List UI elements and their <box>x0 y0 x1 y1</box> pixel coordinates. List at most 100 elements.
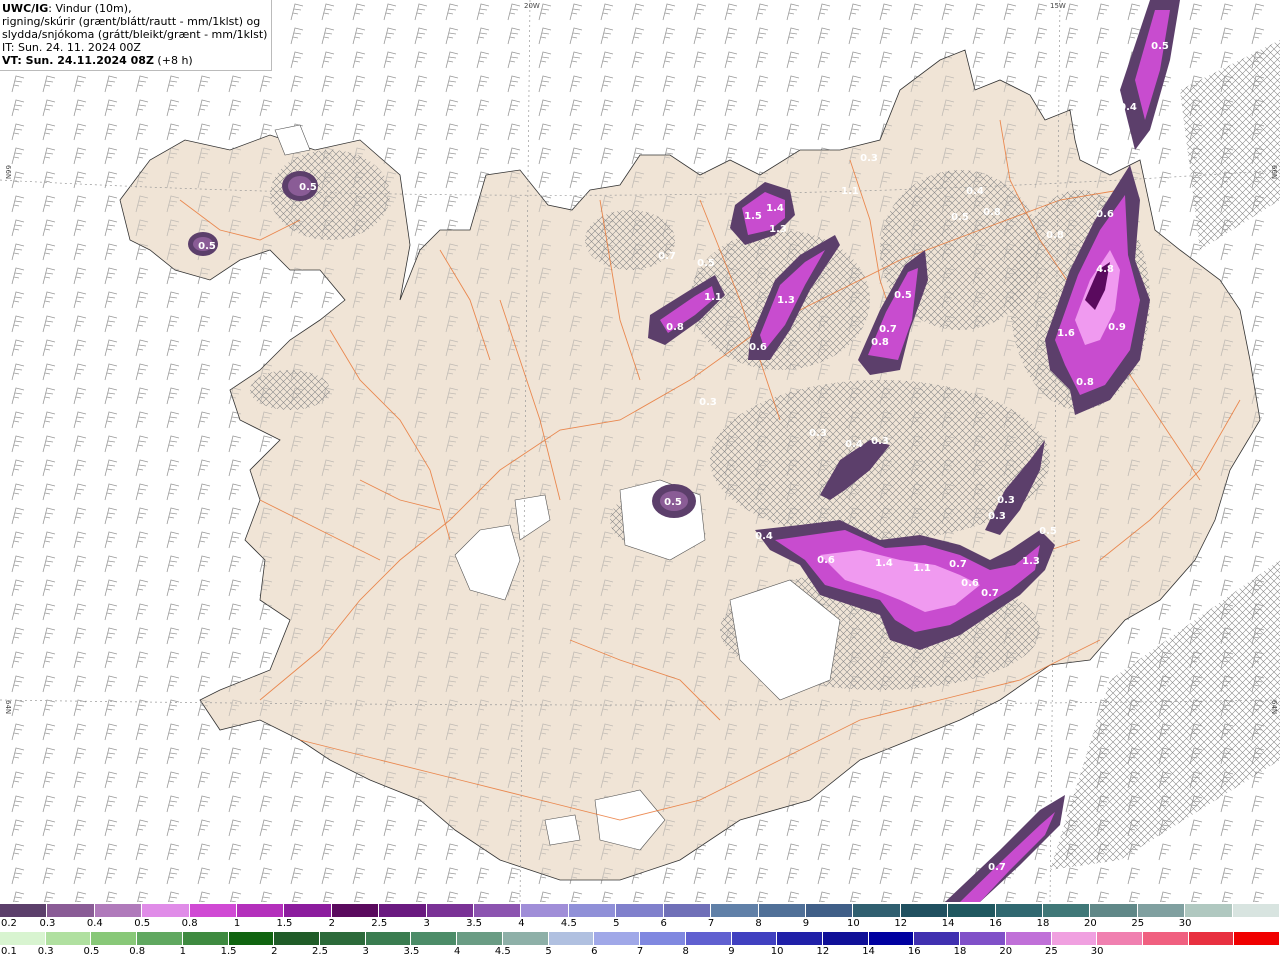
colorbar-cell <box>900 904 949 917</box>
colorbar-tick-label: 2 <box>271 946 278 957</box>
colorbar-tick-label: 1.5 <box>220 946 237 957</box>
precip-value-label: 0.5 <box>951 212 969 223</box>
colorbar-tick-label: 30 <box>1090 946 1104 957</box>
colorbar-cell <box>274 932 321 945</box>
precip-value-label: 0.3 <box>809 428 827 439</box>
colorbar-cell <box>914 932 961 945</box>
colorbar-cell <box>411 932 458 945</box>
precip-value-label: 0.3 <box>988 511 1006 522</box>
coord-label-64n-left: 64N <box>4 700 12 714</box>
colorbar-cell <box>0 932 46 945</box>
colorbar-tick-label: 25 <box>1131 918 1145 929</box>
weather-map[interactable]: 0.5 0.5 1.5 1.4 1.3 1.1 0.4 0.5 0.8 0.3 0.7 0.5 1.1 0… <box>0 0 1280 902</box>
colorbar-cell <box>640 932 686 945</box>
map-info-line-5: VT: Sun. 24.11.2024 08Z (+8 h) <box>2 54 267 67</box>
colorbar-cell <box>320 932 366 945</box>
precip-value-label: 0.5 <box>1151 41 1169 52</box>
colorbar-tick-label: 4 <box>518 918 525 929</box>
colorbar-tick-label: 0.3 <box>37 946 54 957</box>
colorbar-tick-label: 0.8 <box>181 918 198 929</box>
precip-value-label: 1.6 <box>1057 328 1075 339</box>
precip-value-label: 0.7 <box>658 251 676 262</box>
colorbar-cell <box>731 932 778 945</box>
colorbar-tick-label: 2.5 <box>371 918 388 929</box>
colorbar-tick-label: 7 <box>636 946 644 957</box>
colorbar-cell <box>868 932 915 945</box>
colorbar-tick-label: 14 <box>862 946 875 957</box>
precip-value-label: 0.8 <box>1046 230 1064 241</box>
colorbar-tick-label: 8 <box>682 946 689 957</box>
precip-value-label: 0.7 <box>961 862 979 873</box>
precip-value-label: 0.7 <box>988 862 1006 873</box>
colorbar-cell <box>1097 932 1143 945</box>
precip-value-label: 0.5 <box>664 497 682 508</box>
colorbar-snow <box>0 904 1280 917</box>
colorbar-cell <box>237 904 285 917</box>
colorbar-tick-label: 0.5 <box>83 946 100 957</box>
colorbar-cell <box>1137 904 1186 917</box>
colorbar-tick-label: 16 <box>989 918 1002 929</box>
map-info-line-3: slydda/snjókoma (grátt/bleikt/grænt - mm… <box>2 28 268 41</box>
precip-value-label: 0.4 <box>1119 102 1137 113</box>
colorbar-cell <box>331 904 380 917</box>
precip-value-label: 0.8 <box>983 207 1001 218</box>
colorbar-cell <box>474 904 522 917</box>
colorbar-cell <box>995 904 1043 917</box>
coord-label-20w: 20W <box>524 2 540 10</box>
colorbar-cell <box>685 932 732 945</box>
colorbar-tick-label: 3 <box>423 918 430 929</box>
colorbar-tick-label: 9 <box>802 918 810 929</box>
precip-value-label: 0.5 <box>299 182 317 193</box>
colorbar-tick-label: 0.4 <box>86 918 103 929</box>
colorbar-cell <box>365 932 412 945</box>
colorbar-cell <box>1188 932 1235 945</box>
map-info-init-time: IT: Sun. 24. 11. 2024 00Z <box>2 41 141 54</box>
colorbar-cell <box>137 932 183 945</box>
colorbar-tick-label: 20 <box>999 946 1013 957</box>
precip-value-label: 0.6 <box>817 555 835 566</box>
colorbar-tick-label: 18 <box>953 946 967 957</box>
colorbar-cell <box>284 904 332 917</box>
colorbar-tick-label: 3.5 <box>466 918 483 929</box>
precip-value-label: 0.7 <box>949 559 967 570</box>
colorbar-snow-ticks: 0.2 0.3 0.4 0.5 0.8 1 1.5 2 2.5 3 3.5 4 4.5 5 6 7 8 9 10 12… <box>0 918 1280 931</box>
map-info-valid-time: VT: Sun. 24.11.2024 08Z <box>2 54 154 67</box>
colorbar-tick-label: 12 <box>816 946 830 957</box>
precip-value-label: 0.3 <box>860 153 878 164</box>
precip-value-label: 1.4 <box>875 558 893 569</box>
colorbar-cell <box>457 932 503 945</box>
colorbar-tick-label: 3 <box>362 946 369 957</box>
colorbar-cell <box>594 932 641 945</box>
map-info-box: UWC/IG: Vindur (10m), rigning/skúrir (gr… <box>0 0 273 71</box>
colorbar-tick-label: 18 <box>1036 918 1050 929</box>
precip-value-label: 4.8 <box>1096 264 1114 275</box>
precip-value-label: 0.6 <box>1096 209 1114 220</box>
model-name: UWC/IG <box>2 2 49 15</box>
precip-value-label: 1.3 <box>1022 556 1040 567</box>
precip-value-label: 0.4 <box>755 531 773 542</box>
colorbar-cell <box>758 904 806 917</box>
colorbar-cell <box>45 932 92 945</box>
colorbar-tick-label: 0.2 <box>1 918 17 929</box>
precip-value-label: 0.3 <box>997 495 1015 506</box>
colorbar-rain <box>0 932 1280 945</box>
precip-value-label: 1.1 <box>704 292 722 303</box>
precip-value-label: 1.3 <box>769 224 787 235</box>
precip-value-label: 1.1 <box>841 186 859 197</box>
colorbar-rain-ticks: 0.1 0.3 0.5 0.8 1 1.5 2 2.5 3 3.5 4 4.5 5 6 7 8 9 10 12 14 1… <box>0 946 1280 959</box>
coord-label-66n-left: 66N <box>4 165 12 179</box>
colorbar-tick-label: 16 <box>907 946 921 957</box>
colorbar-cell <box>426 904 475 917</box>
colorbar-tick-label: 10 <box>770 946 784 957</box>
precip-value-label: 0.8 <box>871 337 889 348</box>
colorbar-cell <box>189 904 238 917</box>
precip-value-label: 0.5 <box>198 241 216 252</box>
colorbar-cell <box>502 932 549 945</box>
colorbar-tick-label: 8 <box>755 918 762 929</box>
precip-value-label: 0.9 <box>1108 322 1126 333</box>
colorbar-cell <box>521 904 569 917</box>
colorbar-cell <box>822 932 869 945</box>
precip-value-label: 0.6 <box>749 342 767 353</box>
colorbar-cell <box>663 904 712 917</box>
map-info-line-1: UWC/IG: Vindur (10m), <box>2 2 267 15</box>
